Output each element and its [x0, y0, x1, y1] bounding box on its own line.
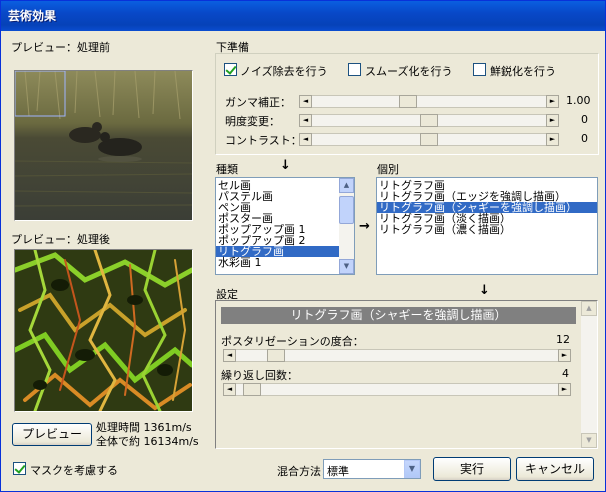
settings-panel: リトグラフ画（シャギーを強調し描画） ポスタリゼーションの度合： 12 ◄ ► … [215, 300, 598, 449]
dialog-window: 芸術効果 プレビュー：処理前 プレビュー：処理後 プレビュー 処理時間 1361… [0, 0, 606, 492]
settings-banner: リトグラフ画（シャギーを強調し描画） [221, 307, 576, 324]
window-title: 芸術効果 [8, 9, 57, 23]
gamma-slider[interactable]: ◄ ► [299, 95, 559, 108]
brightness-left-icon[interactable]: ◄ [299, 114, 312, 127]
brightness-label: 明度変更： [225, 115, 280, 128]
iterations-left-icon[interactable]: ◄ [223, 383, 236, 396]
preview-before-label: プレビュー：処理前 [11, 41, 110, 54]
smoothing-label: スムーズ化を行う [365, 65, 453, 78]
individual-list-item[interactable]: リトグラフ画（濃く描画） [377, 224, 597, 235]
contrast-thumb[interactable] [420, 133, 438, 146]
types-label: 種類 [216, 163, 238, 176]
brightness-right-icon[interactable]: ► [546, 114, 559, 127]
posterization-left-icon[interactable]: ◄ [223, 349, 236, 362]
iterations-thumb[interactable] [243, 383, 262, 396]
contrast-label: コントラスト： [225, 134, 302, 147]
run-button[interactable]: 実行 [433, 457, 511, 481]
blend-select[interactable]: 標準 ▼ [323, 459, 421, 479]
individual-label: 個別 [377, 163, 399, 176]
gamma-label: ガンマ補正： [225, 96, 291, 109]
posterization-right-icon[interactable]: ► [558, 349, 571, 362]
sharpen-checkbox[interactable] [473, 63, 486, 76]
chevron-down-icon[interactable]: ▼ [404, 460, 420, 478]
gamma-right-icon[interactable]: ► [546, 95, 559, 108]
blend-value: 標準 [327, 465, 349, 478]
posterization-label: ポスタリゼーションの度合： [221, 335, 364, 348]
gamma-thumb[interactable] [398, 95, 417, 108]
individual-listbox[interactable]: リトグラフ画 リトグラフ画（エッジを強調し描画） リトグラフ画（シャギーを強調し描画… [376, 177, 598, 275]
preview-before-image[interactable] [15, 71, 192, 220]
posterization-value: 12 [556, 333, 570, 346]
preview-after-image[interactable] [15, 250, 192, 411]
gamma-value: 1.00 [566, 94, 591, 107]
brightness-value: 0 [581, 113, 588, 126]
iterations-slider[interactable]: ◄ ► [223, 383, 571, 396]
brightness-thumb[interactable] [420, 114, 438, 127]
posterization-slider[interactable]: ◄ ► [223, 349, 571, 362]
iterations-value: 4 [562, 367, 569, 380]
mask-checkbox[interactable] [13, 462, 26, 475]
scroll-down-icon[interactable]: ▼ [581, 433, 597, 448]
down-arrow-icon: ↓ [479, 283, 490, 298]
noise-removal-label: ノイズ除去を行う [240, 65, 328, 78]
scroll-thumb[interactable] [339, 196, 354, 224]
noise-removal-checkbox[interactable] [224, 63, 237, 76]
down-arrow-icon: ↓ [280, 158, 291, 173]
scroll-up-icon[interactable]: ▲ [581, 301, 597, 316]
sharpen-label: 鮮鋭化を行う [490, 65, 556, 78]
preview-after-label: プレビュー：処理後 [11, 233, 110, 246]
contrast-slider[interactable]: ◄ ► [299, 133, 559, 146]
preview-before-frame [14, 70, 193, 221]
contrast-left-icon[interactable]: ◄ [299, 133, 312, 146]
iterations-right-icon[interactable]: ► [558, 383, 571, 396]
cancel-button[interactable]: キャンセル [516, 457, 594, 481]
settings-scrollbar[interactable]: ▲ ▼ [581, 301, 597, 448]
timing-line-2: 全体で約 16134m/s [96, 435, 199, 448]
smoothing-checkbox[interactable] [348, 63, 361, 76]
posterization-thumb[interactable] [267, 349, 286, 362]
gamma-left-icon[interactable]: ◄ [299, 95, 312, 108]
scroll-down-icon[interactable]: ▼ [339, 259, 354, 274]
types-listbox[interactable]: セル画 パステル画 ペン画 ポスター画 ポップアップ画 1 ポップアップ画 2 リトグラフ画… [215, 177, 355, 275]
mask-label: マスクを考慮する [30, 464, 118, 477]
contrast-value: 0 [581, 132, 588, 145]
iterations-label: 繰り返し回数： [221, 369, 298, 382]
types-scrollbar[interactable]: ▲ ▼ [339, 178, 354, 274]
preview-button[interactable]: プレビュー [12, 423, 92, 446]
preview-after-frame [14, 249, 193, 412]
title-bar[interactable]: 芸術効果 [1, 1, 605, 31]
right-arrow-icon: → [359, 219, 370, 234]
brightness-slider[interactable]: ◄ ► [299, 114, 559, 127]
contrast-right-icon[interactable]: ► [546, 133, 559, 146]
scroll-up-icon[interactable]: ▲ [339, 178, 354, 193]
types-list-item[interactable]: 水彩画 1 [216, 257, 339, 268]
